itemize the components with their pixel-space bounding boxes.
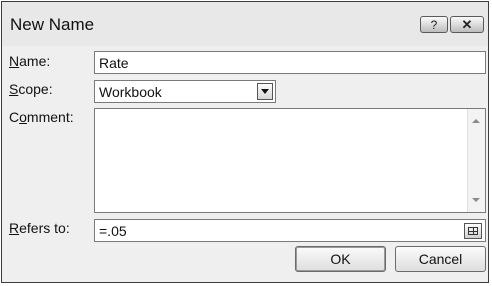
comment-scrollbar[interactable]: [467, 109, 485, 212]
scope-dropdown-button[interactable]: [257, 83, 273, 100]
chevron-down-icon: [261, 89, 269, 94]
help-icon: ?: [430, 17, 438, 32]
name-label: Name:: [9, 53, 51, 69]
name-input[interactable]: Rate: [94, 51, 486, 74]
collapse-dialog-button[interactable]: [464, 223, 482, 239]
name-input-value: Rate: [99, 54, 129, 71]
cancel-button[interactable]: Cancel: [395, 246, 486, 272]
close-button[interactable]: ✕: [450, 16, 484, 33]
scroll-down-icon[interactable]: [472, 198, 480, 202]
refers-to-label: Refers to:: [9, 220, 70, 236]
refers-to-input[interactable]: =.05: [94, 219, 486, 242]
title-bar: New Name ? ✕: [2, 2, 488, 46]
close-icon: ✕: [461, 16, 473, 32]
ok-button[interactable]: OK: [295, 246, 386, 272]
comment-label: Comment:: [9, 109, 74, 125]
scope-select-value: Workbook: [99, 83, 162, 100]
scope-select[interactable]: Workbook: [94, 80, 276, 103]
comment-textarea[interactable]: [94, 108, 486, 213]
new-name-dialog: New Name ? ✕ Name: Rate Scope: Workbook …: [1, 1, 489, 283]
help-button[interactable]: ?: [420, 16, 448, 33]
scope-label: Scope:: [9, 81, 53, 97]
range-select-icon: [468, 227, 478, 235]
refers-to-input-value: =.05: [99, 222, 127, 239]
scroll-up-icon[interactable]: [472, 119, 480, 123]
dialog-title: New Name: [10, 15, 95, 34]
